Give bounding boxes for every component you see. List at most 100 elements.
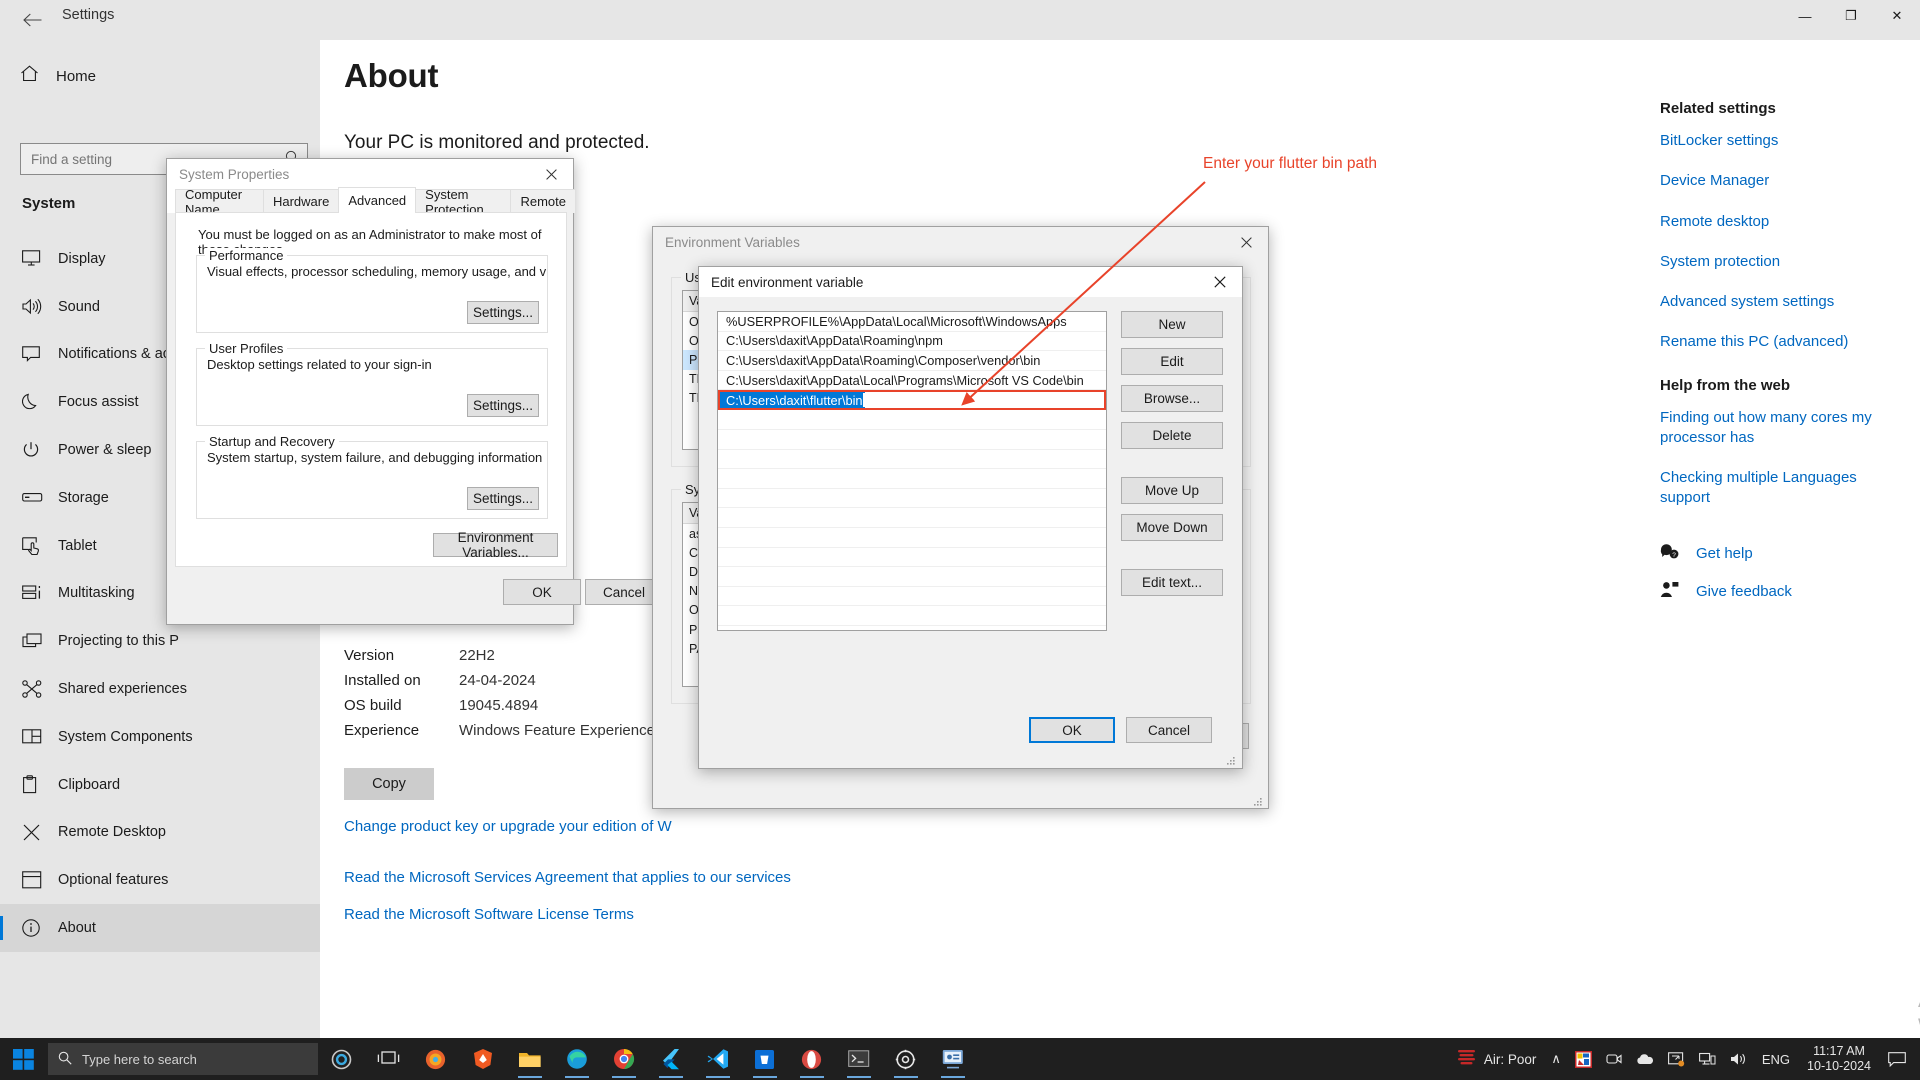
path-row[interactable]: %USERPROFILE%\AppData\Local\Microsoft\Wi… bbox=[718, 312, 1106, 332]
settings-gear-icon[interactable] bbox=[882, 1038, 929, 1080]
drive-icon bbox=[22, 491, 58, 504]
path-row-empty[interactable] bbox=[718, 410, 1106, 430]
terminal-icon[interactable] bbox=[835, 1038, 882, 1080]
main-link[interactable]: Read the Microsoft Software License Term… bbox=[344, 906, 634, 923]
close-icon[interactable] bbox=[1224, 227, 1268, 257]
path-move-down-button[interactable]: Move Down bbox=[1121, 514, 1223, 541]
resize-grip-icon[interactable] bbox=[1253, 794, 1263, 806]
startup-recovery-settings-button[interactable]: Settings... bbox=[467, 487, 539, 510]
flutter-icon[interactable] bbox=[647, 1038, 694, 1080]
path-edit-input[interactable]: C:\Users\daxit\flutter\bin bbox=[720, 392, 863, 409]
sidebar-item-remote-desktop[interactable]: Remote Desktop bbox=[0, 809, 320, 857]
tab-system-protection[interactable]: System Protection bbox=[415, 187, 512, 217]
path-row-empty[interactable] bbox=[718, 606, 1106, 626]
path-row[interactable]: C:\Users\daxit\AppData\Roaming\Composer\… bbox=[718, 351, 1106, 371]
path-browse-button[interactable]: Browse... bbox=[1121, 385, 1223, 412]
path-edit-button[interactable]: Edit bbox=[1121, 348, 1223, 375]
firefox-icon[interactable] bbox=[412, 1038, 459, 1080]
path-row-empty[interactable] bbox=[718, 548, 1106, 568]
minimize-button[interactable]: — bbox=[1782, 0, 1828, 32]
action-get-help[interactable]: ? Get help bbox=[1660, 543, 1920, 565]
sidebar-item-label: Display bbox=[58, 250, 106, 267]
path-row-empty[interactable] bbox=[718, 430, 1106, 450]
volume-icon[interactable] bbox=[1723, 1052, 1755, 1066]
related-link[interactable]: Remote desktop bbox=[1660, 212, 1920, 232]
user-profiles-settings-button[interactable]: Settings... bbox=[467, 394, 539, 417]
path-row-empty[interactable] bbox=[718, 508, 1106, 528]
path-entries-list[interactable]: %USERPROFILE%\AppData\Local\Microsoft\Wi… bbox=[717, 311, 1107, 631]
edit-env-cancel-button[interactable]: Cancel bbox=[1126, 717, 1212, 743]
maximize-button[interactable]: ❐ bbox=[1828, 0, 1874, 32]
store-icon[interactable] bbox=[741, 1038, 788, 1080]
camera-icon[interactable] bbox=[1599, 1052, 1629, 1066]
back-arrow-icon[interactable] bbox=[12, 6, 52, 34]
paint-icon[interactable] bbox=[1568, 1050, 1599, 1068]
edit-env-ok-button[interactable]: OK bbox=[1029, 717, 1115, 743]
spec-key: Experience bbox=[344, 722, 420, 739]
close-icon[interactable] bbox=[529, 159, 573, 189]
main-link[interactable]: Read the Microsoft Services Agreement th… bbox=[344, 869, 791, 886]
path-row-empty[interactable] bbox=[718, 469, 1106, 489]
chrome-icon[interactable] bbox=[600, 1038, 647, 1080]
air-quality-icon bbox=[1457, 1048, 1477, 1071]
path-row-empty[interactable] bbox=[718, 450, 1106, 470]
brave-icon[interactable] bbox=[459, 1038, 506, 1080]
control-panel-icon[interactable] bbox=[929, 1038, 976, 1080]
related-link[interactable]: System protection bbox=[1660, 252, 1920, 272]
path-row[interactable]: C:\Users\daxit\AppData\Local\Programs\Mi… bbox=[718, 371, 1106, 391]
main-link[interactable]: Change product key or upgrade your editi… bbox=[344, 818, 672, 835]
system-properties-ok-button[interactable]: OK bbox=[503, 579, 581, 605]
sidebar-item-shared-experiences[interactable]: Shared experiences bbox=[0, 665, 320, 713]
close-icon[interactable] bbox=[1198, 267, 1242, 297]
sidebar-item-about[interactable]: About bbox=[0, 904, 320, 952]
tab-hardware[interactable]: Hardware bbox=[262, 189, 340, 213]
help-link[interactable]: Checking multiple Languages support bbox=[1660, 468, 1890, 509]
sidebar-item-optional-features[interactable]: Optional features bbox=[0, 856, 320, 904]
edge-icon[interactable] bbox=[553, 1038, 600, 1080]
sidebar-item-home[interactable]: Home bbox=[0, 56, 320, 96]
related-link[interactable]: Rename this PC (advanced) bbox=[1660, 332, 1920, 352]
path-edit-row-active[interactable]: C:\Users\daxit\flutter\bin bbox=[718, 390, 1106, 411]
path-row-empty[interactable] bbox=[718, 567, 1106, 587]
spec-key: Version bbox=[344, 647, 395, 664]
cortana-circle-icon[interactable] bbox=[318, 1038, 365, 1080]
environment-variables-button[interactable]: Environment Variables... bbox=[433, 530, 558, 560]
action-center-icon[interactable] bbox=[1881, 1051, 1920, 1067]
performance-settings-button[interactable]: Settings... bbox=[467, 301, 539, 324]
path-new-button[interactable]: New bbox=[1121, 311, 1223, 338]
windows-start-icon[interactable] bbox=[0, 1038, 46, 1080]
language-indicator[interactable]: ENG bbox=[1755, 1052, 1797, 1067]
path-delete-button[interactable]: Delete bbox=[1121, 422, 1223, 449]
sidebar-item-clipboard[interactable]: Clipboard bbox=[0, 761, 320, 809]
sidebar-item-system-components[interactable]: System Components bbox=[0, 713, 320, 761]
tab-remote[interactable]: Remote bbox=[510, 189, 576, 213]
path-move-up-button[interactable]: Move Up bbox=[1121, 477, 1223, 504]
path-row-empty[interactable] bbox=[718, 626, 1106, 630]
related-link[interactable]: Device Manager bbox=[1660, 171, 1920, 191]
related-link[interactable]: BitLocker settings bbox=[1660, 131, 1920, 151]
air-quality-indicator[interactable]: Air: Poor bbox=[1449, 1048, 1545, 1071]
file-explorer-icon[interactable] bbox=[506, 1038, 553, 1080]
vscode-icon[interactable] bbox=[694, 1038, 741, 1080]
path-row[interactable]: C:\Users\daxit\AppData\Roaming\npm bbox=[718, 332, 1106, 352]
tab-computer-name[interactable]: Computer Name bbox=[175, 187, 264, 217]
screen-share-icon[interactable] bbox=[1661, 1051, 1692, 1067]
path-row-empty[interactable] bbox=[718, 489, 1106, 509]
opera-icon[interactable] bbox=[788, 1038, 835, 1080]
show-hidden-icons-chevron[interactable]: ∧ bbox=[1544, 1051, 1568, 1067]
copy-button[interactable]: Copy bbox=[344, 768, 434, 800]
close-button[interactable]: ✕ bbox=[1874, 0, 1920, 32]
action-give-feedback[interactable]: Give feedback bbox=[1660, 581, 1920, 603]
related-link[interactable]: Advanced system settings bbox=[1660, 292, 1920, 312]
network-icon[interactable] bbox=[1692, 1052, 1723, 1066]
taskbar-search-input[interactable]: Type here to search bbox=[48, 1043, 318, 1075]
clock[interactable]: 11:17 AM 10-10-2024 bbox=[1797, 1044, 1881, 1074]
path-row-empty[interactable] bbox=[718, 587, 1106, 607]
help-link[interactable]: Finding out how many cores my processor … bbox=[1660, 408, 1890, 449]
tab-advanced[interactable]: Advanced bbox=[338, 187, 417, 213]
task-view-icon[interactable] bbox=[365, 1038, 412, 1080]
path-edit-text-button[interactable]: Edit text... bbox=[1121, 569, 1223, 596]
resize-grip-icon[interactable] bbox=[1226, 753, 1236, 765]
onedrive-icon[interactable] bbox=[1629, 1053, 1661, 1065]
path-row-empty[interactable] bbox=[718, 528, 1106, 548]
